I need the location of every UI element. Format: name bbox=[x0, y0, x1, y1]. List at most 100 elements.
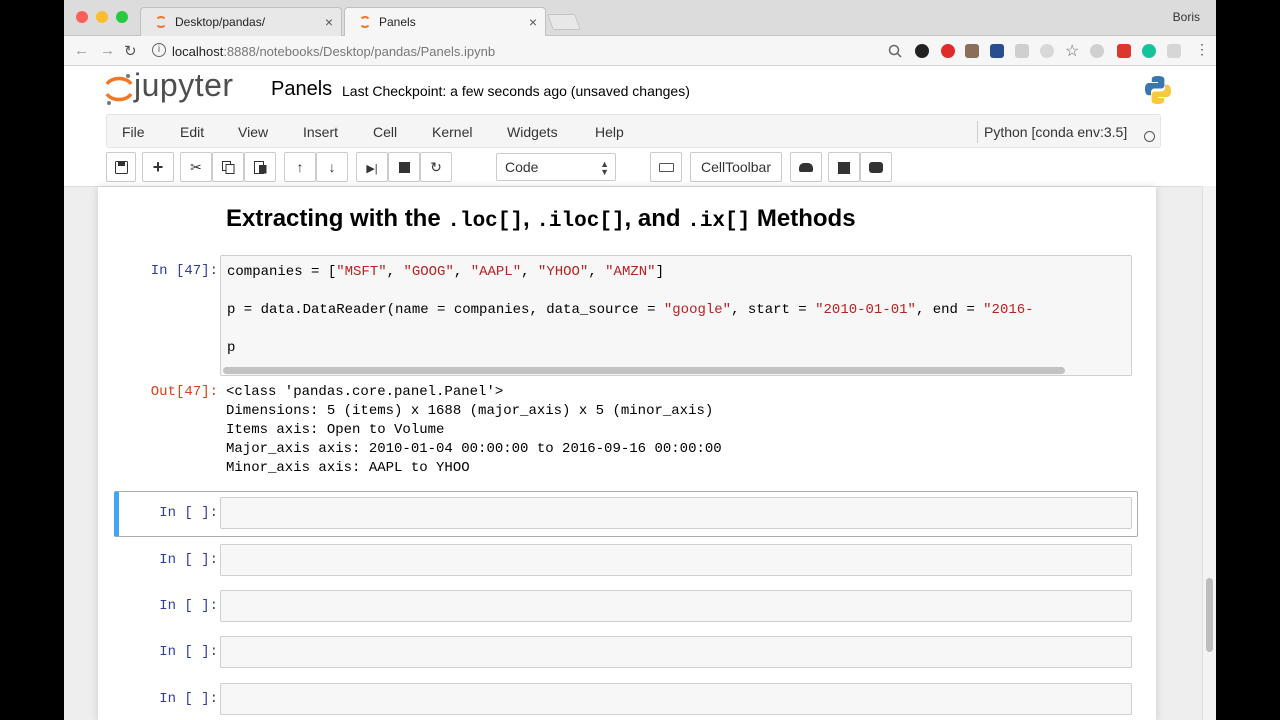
back-icon[interactable]: ← bbox=[74, 42, 89, 59]
command-palette-button[interactable] bbox=[650, 152, 682, 182]
tab-panels[interactable]: Panels × bbox=[344, 7, 546, 37]
menu-file[interactable]: File bbox=[122, 124, 145, 140]
user-extension-icon[interactable] bbox=[965, 44, 979, 58]
arrow-up-icon: ↑ bbox=[296, 159, 304, 175]
gift-button[interactable] bbox=[828, 152, 860, 182]
browser-menu-icon[interactable]: ⋮ bbox=[1195, 41, 1209, 58]
upload-button[interactable] bbox=[790, 152, 822, 182]
info-icon[interactable]: i bbox=[152, 43, 166, 57]
adblock-icon[interactable] bbox=[941, 44, 955, 58]
notebook-title[interactable]: Panels bbox=[271, 78, 332, 101]
menu-widgets[interactable]: Widgets bbox=[507, 124, 558, 140]
refresh-icon: ↻ bbox=[430, 159, 442, 175]
input-prompt: In [47]: bbox=[150, 263, 218, 279]
extension-pen-icon[interactable] bbox=[1167, 44, 1181, 58]
heading-code: .loc[] bbox=[447, 210, 523, 233]
code-string: "AMZN" bbox=[605, 264, 656, 280]
extension-drop-icon[interactable] bbox=[1040, 44, 1054, 58]
jupyter-header: jupyter Panels Last Checkpoint: a few se… bbox=[64, 66, 1216, 112]
page-scrollbar-thumb[interactable] bbox=[1206, 578, 1213, 652]
notebook-container: Extracting with the .loc[], .iloc[], and… bbox=[64, 186, 1202, 720]
zoom-icon[interactable] bbox=[888, 44, 902, 58]
extension-gray-icon[interactable] bbox=[1015, 44, 1029, 58]
output-line: Minor_axis axis: AAPL to YHOO bbox=[226, 460, 470, 476]
notebook-page: Extracting with the .loc[], .iloc[], and… bbox=[98, 187, 1156, 720]
url-path: :8888/notebooks/Desktop/pandas/Panels.ip… bbox=[223, 44, 496, 59]
move-down-button[interactable]: ↓ bbox=[316, 152, 348, 182]
profile-name[interactable]: Boris bbox=[1173, 10, 1200, 24]
menu-help[interactable]: Help bbox=[595, 124, 624, 140]
close-tab-icon[interactable]: × bbox=[325, 14, 333, 30]
input-prompt: In [ ]: bbox=[159, 598, 218, 614]
tab-desktop-pandas[interactable]: Desktop/pandas/ × bbox=[140, 7, 342, 36]
cut-button[interactable]: ✂ bbox=[180, 152, 212, 182]
cell-type-select[interactable]: Code ▲ ▼ bbox=[496, 153, 616, 181]
code-cell-input[interactable] bbox=[220, 590, 1132, 622]
copy-button[interactable] bbox=[212, 152, 244, 182]
heading-code: .iloc[] bbox=[536, 210, 625, 233]
move-up-button[interactable]: ↑ bbox=[284, 152, 316, 182]
menu-edit[interactable]: Edit bbox=[180, 124, 204, 140]
jupyter-logo-icon[interactable] bbox=[104, 72, 134, 106]
run-cell-button[interactable]: ▶| bbox=[356, 152, 388, 182]
extension-red-icon[interactable] bbox=[1117, 44, 1131, 58]
cell-output: <class 'pandas.core.panel.Panel'> Dimensi… bbox=[226, 383, 722, 478]
markdown-heading[interactable]: Extracting with the .loc[], .iloc[], and… bbox=[226, 205, 856, 233]
cloud-upload-icon bbox=[799, 163, 813, 172]
paste-button[interactable] bbox=[244, 152, 276, 182]
menubar: File Edit View Insert Cell Kernel Widget… bbox=[106, 114, 1161, 148]
step-forward-icon: ▶| bbox=[366, 163, 378, 175]
bookmark-star-icon[interactable]: ☆ bbox=[1065, 41, 1079, 61]
minimize-window-button[interactable] bbox=[96, 11, 108, 23]
code-string: "google" bbox=[663, 302, 732, 318]
menu-cell[interactable]: Cell bbox=[373, 124, 397, 140]
menu-kernel[interactable]: Kernel bbox=[432, 124, 472, 140]
code-token: , end = bbox=[915, 302, 984, 318]
extension-1-icon[interactable] bbox=[915, 44, 929, 58]
extension-cloud-icon[interactable] bbox=[1090, 44, 1104, 58]
input-prompt: In [ ]: bbox=[159, 691, 218, 707]
output-line: Major_axis axis: 2010-01-04 00:00:00 to … bbox=[226, 441, 722, 457]
menu-insert[interactable]: Insert bbox=[303, 124, 338, 140]
restart-button[interactable]: ↻ bbox=[420, 152, 452, 182]
page-scrollbar[interactable] bbox=[1202, 186, 1216, 720]
code-string: "2016- bbox=[983, 302, 1034, 318]
extension-blue-icon[interactable] bbox=[990, 44, 1004, 58]
code-cell-input[interactable] bbox=[220, 683, 1132, 715]
output-line: Dimensions: 5 (items) x 1688 (major_axis… bbox=[226, 403, 714, 419]
code-line: companies = ["MSFT", "GOOG", "AAPL", "YH… bbox=[227, 264, 664, 280]
code-cell-input[interactable]: companies = ["MSFT", "GOOG", "AAPL", "YH… bbox=[220, 255, 1132, 376]
close-tab-icon[interactable]: × bbox=[529, 14, 537, 30]
code-cell-input[interactable] bbox=[220, 497, 1132, 529]
insert-cell-button[interactable]: + bbox=[142, 152, 174, 182]
jupyter-logo-text[interactable]: jupyter bbox=[134, 67, 234, 104]
checkpoint-status: Last Checkpoint: a few seconds ago (unsa… bbox=[342, 83, 690, 99]
jupyter-favicon-icon bbox=[155, 16, 167, 28]
output-prompt: Out[47]: bbox=[150, 384, 218, 400]
cell-type-value: Code bbox=[505, 159, 539, 175]
code-token: companies = [ bbox=[227, 264, 337, 280]
forward-icon[interactable]: → bbox=[100, 42, 115, 59]
close-window-button[interactable] bbox=[76, 11, 88, 23]
code-cell-input[interactable] bbox=[220, 544, 1132, 576]
code-line: p bbox=[227, 340, 236, 356]
code-string: "GOOG" bbox=[403, 264, 454, 280]
horizontal-scrollbar[interactable] bbox=[223, 367, 1065, 374]
present-button[interactable] bbox=[860, 152, 892, 182]
code-token: p = data.DataReader(name = companies, da… bbox=[227, 302, 664, 318]
menu-view[interactable]: View bbox=[238, 124, 268, 140]
address-bar[interactable]: i localhost:8888/notebooks/Desktop/panda… bbox=[146, 39, 906, 63]
kernel-indicator[interactable]: Python [conda env:3.5] bbox=[977, 121, 1161, 143]
celltoolbar-button[interactable]: CellToolbar bbox=[690, 152, 782, 182]
interrupt-button[interactable] bbox=[388, 152, 420, 182]
output-line: Items axis: Open to Volume bbox=[226, 422, 445, 438]
code-cell-input[interactable] bbox=[220, 636, 1132, 668]
input-prompt: In [ ]: bbox=[159, 644, 218, 660]
reload-icon[interactable]: ↻ bbox=[124, 42, 137, 60]
heading-text: , and bbox=[624, 205, 688, 232]
grammarly-icon[interactable] bbox=[1142, 44, 1156, 58]
new-tab-button[interactable] bbox=[547, 14, 581, 30]
copy-icon bbox=[221, 161, 234, 174]
save-button[interactable] bbox=[106, 152, 136, 182]
maximize-window-button[interactable] bbox=[116, 11, 128, 23]
